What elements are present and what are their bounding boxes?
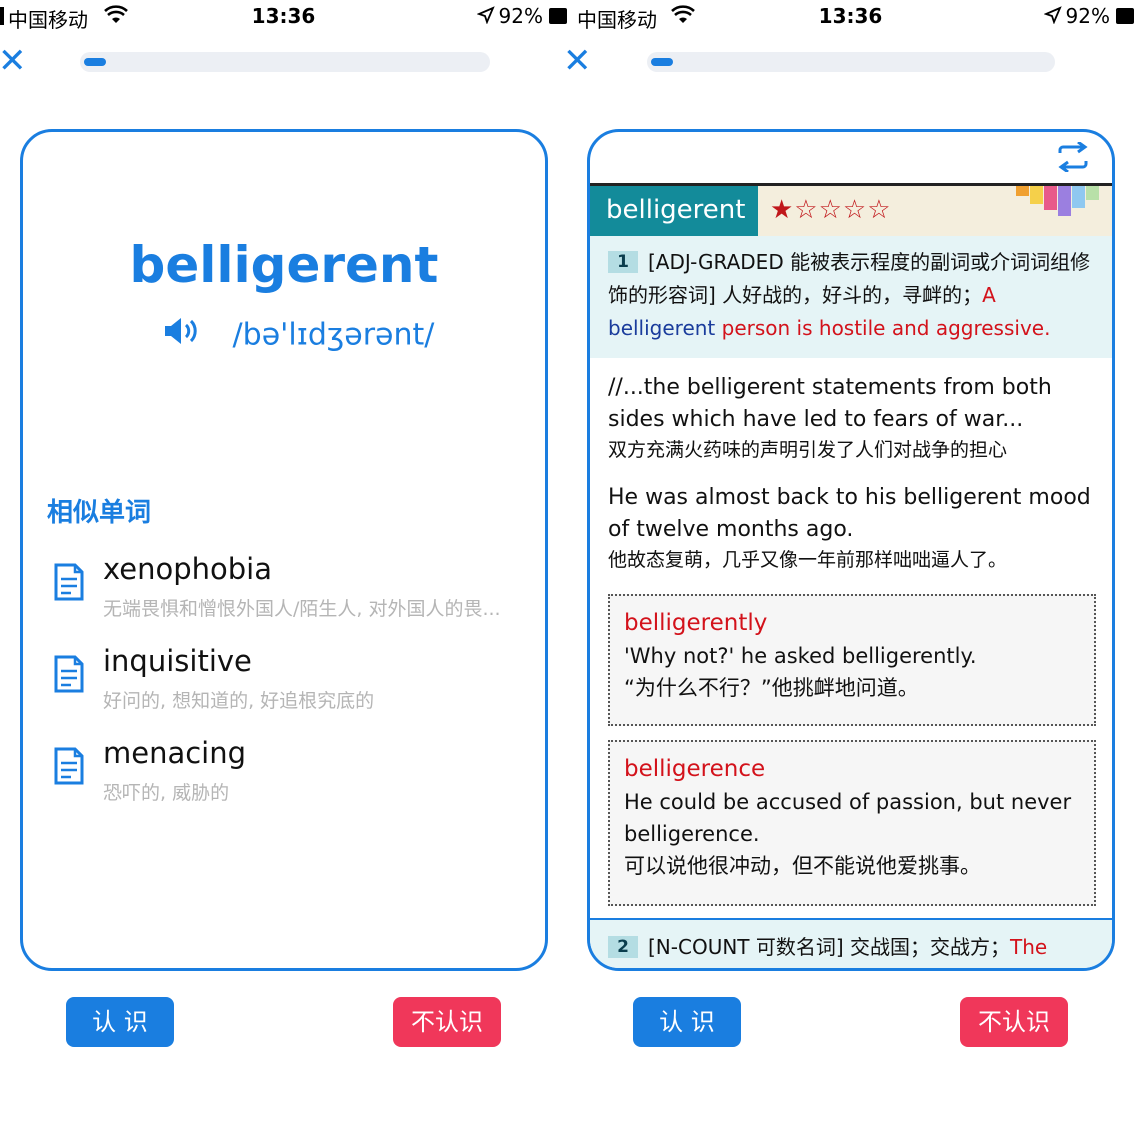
- dictionary-card-screen: 中国移动 13:36 92% ✕ belligerent ★☆☆☆☆ 1 [AD…: [567, 0, 1134, 1132]
- sense-text: [N-COUNT 可数名词] 交战国；交战方；: [648, 935, 1011, 959]
- similar-word: inquisitive: [103, 644, 252, 678]
- sense-number: 1: [608, 251, 638, 273]
- document-icon: [53, 654, 85, 698]
- similar-word-definition: 好问的, 想知道的, 好追根究底的: [103, 690, 375, 712]
- definition-keyword[interactable]: belligerent: [608, 316, 715, 340]
- close-icon[interactable]: ✕: [567, 44, 592, 78]
- know-button[interactable]: 认 识: [633, 997, 741, 1047]
- progress-bar: [80, 52, 490, 72]
- dictionary-card[interactable]: belligerent ★☆☆☆☆ 1 [ADJ-GRADED 能被表示程度的副词…: [587, 129, 1115, 971]
- example-zh: 双方充满火药味的声明引发了人们对战争的担心: [608, 439, 1008, 461]
- location-arrow-icon: [1043, 5, 1062, 29]
- battery-percent: 92%: [498, 4, 543, 28]
- derived-example-en: He could be accused of passion, but neve…: [624, 790, 1072, 846]
- similar-word: xenophobia: [103, 552, 273, 586]
- battery-icon: [1116, 8, 1134, 24]
- derived-example-zh: “为什么不行？”他挑衅地问道。: [624, 676, 919, 700]
- location-arrow-icon: [476, 5, 495, 29]
- derived-example-zh: 可以说他很冲动，但不能说他爱挑事。: [624, 854, 981, 878]
- list-item[interactable]: menacing 恐吓的, 威胁的: [49, 736, 539, 828]
- progress-indicator: [84, 58, 106, 66]
- status-bar: 中国移动 13:36 92%: [567, 0, 1134, 34]
- example-sentence: He was almost back to his belligerent mo…: [608, 482, 1098, 574]
- battery-icon: [549, 8, 567, 24]
- word-card-screen: 中国移动 13:36 92% ✕ belligerent /bə'lɪdʒərə…: [0, 0, 567, 1132]
- derived-example-en: 'Why not?' he asked belligerently.: [624, 644, 977, 668]
- swap-icon[interactable]: [1056, 140, 1090, 176]
- similar-words-list: xenophobia 无端畏惧和憎恨外国人/陌生人, 对外国人的畏... inq…: [49, 552, 539, 828]
- list-item[interactable]: inquisitive 好问的, 想知道的, 好追根究底的: [49, 644, 539, 736]
- list-item[interactable]: xenophobia 无端畏惧和憎恨外国人/陌生人, 对外国人的畏...: [49, 552, 539, 644]
- definition-lead: A: [982, 283, 996, 307]
- close-icon[interactable]: ✕: [0, 44, 27, 78]
- derived-word-box: belligerence He could be accused of pass…: [608, 740, 1096, 906]
- example-en: He was almost back to his belligerent mo…: [608, 485, 1091, 542]
- example-sentence: //...the belligerent statements from bot…: [608, 372, 1098, 464]
- speaker-icon[interactable]: [163, 316, 201, 354]
- examples: //...the belligerent statements from bot…: [608, 372, 1098, 592]
- dictionary-headword: belligerent: [590, 186, 758, 238]
- dictionary-header: belligerent ★☆☆☆☆: [590, 183, 1112, 238]
- definition-text: person is hostile and aggressive.: [721, 316, 1051, 340]
- frequency-stars: ★☆☆☆☆: [758, 186, 1112, 238]
- sense-2: 2 [N-COUNT 可数名词] 交战国；交战方；The: [590, 918, 1112, 968]
- color-tabs-decoration: [1016, 186, 1102, 216]
- progress-bar: [647, 52, 1055, 72]
- dont-know-button[interactable]: 不认识: [960, 997, 1068, 1047]
- sense-number: 2: [608, 936, 638, 958]
- derived-word[interactable]: belligerently: [624, 606, 1080, 640]
- derived-word-box: belligerently 'Why not?' he asked bellig…: [608, 594, 1096, 726]
- know-button[interactable]: 认 识: [66, 997, 174, 1047]
- dont-know-button[interactable]: 不认识: [393, 997, 501, 1047]
- progress-indicator: [651, 58, 673, 66]
- pronunciation-row: /bə'lɪdʒərənt/: [163, 316, 434, 354]
- similar-word: menacing: [103, 736, 247, 770]
- sense-text: [ADJ-GRADED 能被表示程度的副词或介词词组修饰的形容词] 人好战的，好…: [608, 250, 1091, 307]
- similar-word-definition: 无端畏惧和憎恨外国人/陌生人, 对外国人的畏...: [103, 598, 501, 620]
- word-title: belligerent: [129, 236, 439, 294]
- definition-text: The: [1010, 935, 1048, 959]
- word-card[interactable]: belligerent /bə'lɪdʒərənt/ 相似单词 xenophob…: [20, 129, 548, 971]
- phonetic-text: /bə'lɪdʒərənt/: [232, 317, 435, 353]
- status-bar: 中国移动 13:36 92%: [0, 0, 567, 34]
- example-en: //...the belligerent statements from bot…: [608, 375, 1052, 432]
- document-icon: [53, 746, 85, 790]
- example-zh: 他故态复萌，几乎又像一年前那样咄咄逼人了。: [608, 549, 1008, 571]
- star-rating: ★☆☆☆☆: [770, 195, 892, 225]
- derived-word[interactable]: belligerence: [624, 752, 1080, 786]
- battery-percent: 92%: [1065, 4, 1110, 28]
- sense-1: 1 [ADJ-GRADED 能被表示程度的副词或介词词组修饰的形容词] 人好战的，…: [590, 236, 1112, 358]
- similar-word-definition: 恐吓的, 威胁的: [103, 782, 230, 804]
- similar-words-heading: 相似单词: [47, 498, 152, 528]
- document-icon: [53, 562, 85, 606]
